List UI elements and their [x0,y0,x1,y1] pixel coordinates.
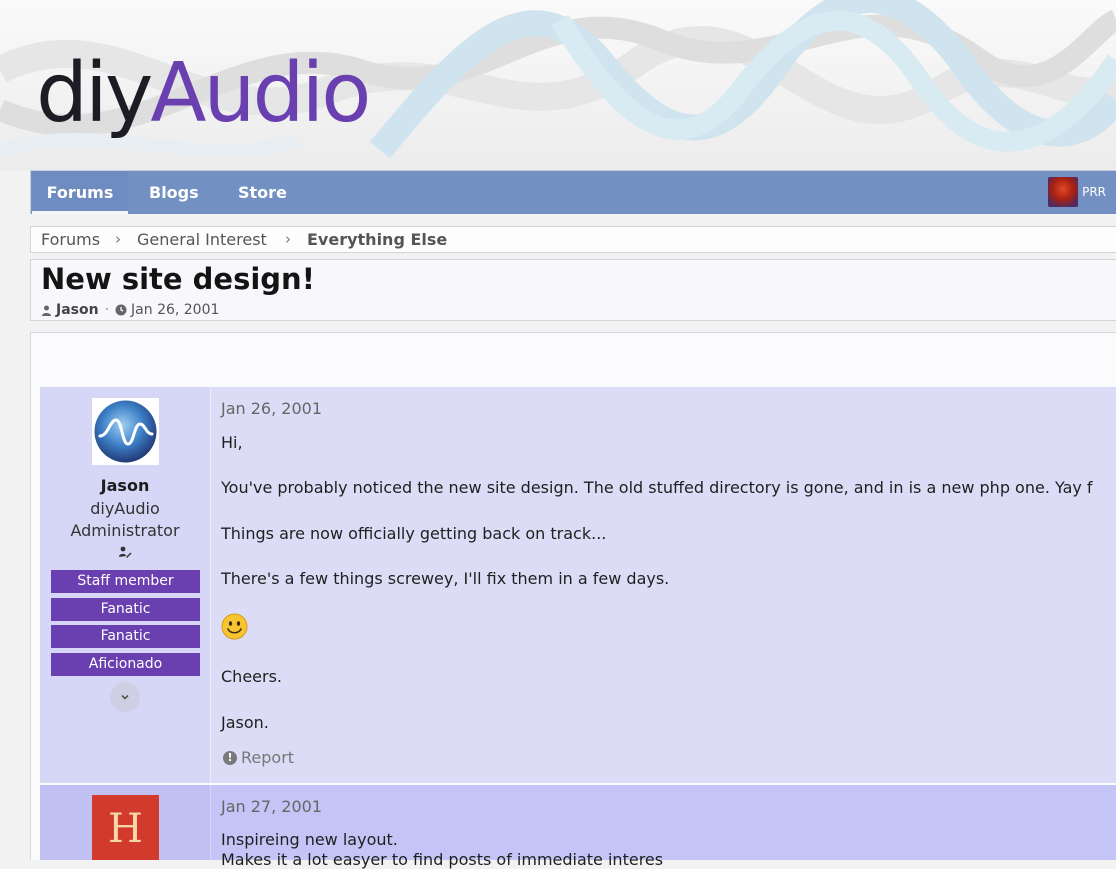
post-text-line: Hi, [221,433,243,452]
thread-meta: Jason · Jan 26, 2001 [41,302,219,318]
chevron-down-icon [121,694,129,700]
thread-date[interactable]: Jan 26, 2001 [131,302,219,318]
logo-diy-text: diy [36,46,153,141]
post-text-line: You've probably noticed the new site des… [221,478,1093,497]
post-text-line: There's a few things screwey, I'll fix t… [221,569,670,588]
post-text-line: Cheers. [221,667,282,686]
separator-dot: · [104,302,110,318]
avatar[interactable]: H [92,795,159,860]
post-text-line: Inspireing new layout. [221,830,398,849]
post-username[interactable]: Jason [40,476,210,495]
badge-fanatic: Fanatic [51,625,200,648]
post-text-line: Things are now officially getting back o… [221,524,607,543]
thread-author[interactable]: Jason [56,302,99,318]
post-date[interactable]: Jan 27, 2001 [221,797,322,816]
post-text-line: Jason. [221,713,269,732]
user-avatar [1048,177,1079,207]
diyaudio-avatar-icon [94,400,157,463]
badge-aficionado: Aficionado [51,653,200,676]
user-icon [42,305,51,316]
post: H Jan 27, 2001 Inspireing new layout. Ma… [40,785,1116,869]
nav-user-menu[interactable]: PRR [1048,177,1106,207]
post-user-sidebar: H [40,785,211,860]
site-header: diyAudio [0,0,1116,170]
user-title-line2: Administrator [70,521,180,540]
nav-tab-store[interactable]: Store [238,171,287,214]
breadcrumb-general-interest[interactable]: General Interest [137,227,267,252]
smiley-icon [221,613,248,640]
chevron-right-icon: › [115,230,121,248]
exclamation-icon: ! [223,750,237,765]
nav-tab-blogs[interactable]: Blogs [149,171,199,214]
breadcrumb-everything-else[interactable]: Everything Else [307,227,447,252]
logo-audio-text: Audio [150,46,371,141]
post-user-sidebar: Jason diyAudio Administrator Staff membe… [40,387,211,783]
badge-fanatic: Fanatic [51,598,200,621]
expand-user-info-button[interactable] [110,682,140,712]
clock-icon [115,304,127,316]
post-date[interactable]: Jan 26, 2001 [221,399,322,418]
user-title-line1: diyAudio [90,499,160,518]
report-link[interactable]: ! Report [223,748,294,767]
chevron-right-icon: › [285,230,291,248]
main-nav: Forums Blogs Store PRR [30,170,1116,214]
breadcrumb-forums[interactable]: Forums [41,227,100,252]
post: Jason diyAudio Administrator Staff membe… [40,387,1116,783]
nav-tab-forums[interactable]: Forums [32,171,128,214]
staff-pen-icon [119,546,132,558]
page-title: New site design! [41,262,315,296]
breadcrumb: Forums › General Interest › Everything E… [30,226,1116,253]
thread-header: New site design! Jason · Jan 26, 2001 [30,259,1116,321]
report-label: Report [241,748,295,767]
user-name: PRR [1082,185,1106,199]
site-logo[interactable]: diyAudio [36,44,371,144]
avatar[interactable] [92,398,159,465]
badge-staff-member: Staff member [51,570,200,593]
